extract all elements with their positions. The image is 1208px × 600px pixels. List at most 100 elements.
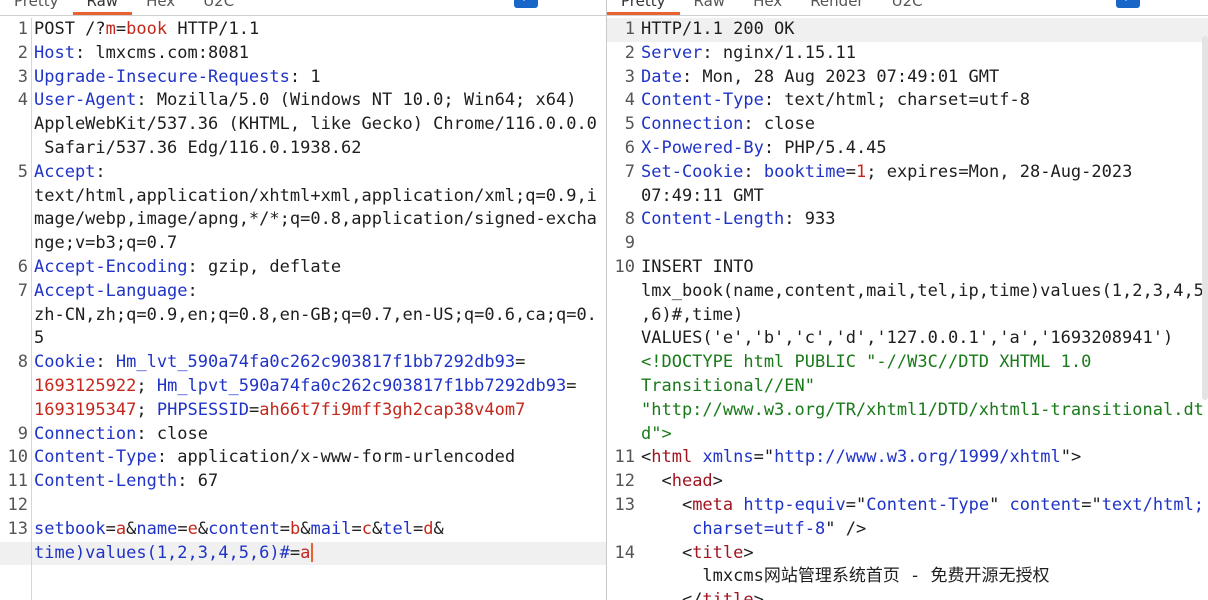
line-code: Transitional//EN" (638, 375, 1208, 399)
code-line[interactable]: 6 Accept-Encoding: gzip, deflate (0, 256, 606, 280)
code-line[interactable]: Transitional//EN" (607, 375, 1208, 399)
code-line[interactable]: 1 POST /?m=book HTTP/1.1 (0, 18, 606, 42)
code-line[interactable]: 7 Accept-Language: (0, 280, 606, 304)
code-line[interactable]: lmxcms网站管理系统首页 - 免费开源无授权 (607, 565, 1208, 589)
wrap-icon[interactable]: ⏎ (1154, 0, 1170, 7)
line-number (0, 399, 31, 423)
tab-u2c[interactable]: U2C (878, 0, 937, 15)
code-line[interactable]: 4 User-Agent: Mozilla/5.0 (Windows NT 10.… (0, 89, 606, 113)
code-token: : (187, 280, 198, 301)
code-line[interactable]: 1693195347; PHPSESSID=ah66t7fi9mff3gh2ca… (0, 399, 606, 423)
code-line[interactable]: 2 Server: nginx/1.15.11 (607, 42, 1208, 66)
code-line[interactable]: nge;v=b3;q=0.7 (0, 232, 606, 256)
code-line[interactable]: 1 HTTP/1.1 200 OK (607, 18, 1208, 42)
code-line[interactable]: Safari/537.36 Edg/116.0.1938.62 (0, 137, 606, 161)
code-line[interactable]: 5 Accept: (0, 161, 606, 185)
code-line[interactable]: 14 <title> (607, 542, 1208, 566)
response-editor[interactable]: 1 HTTP/1.1 200 OK 2 Server: nginx/1.15.11 3 D… (607, 18, 1208, 600)
tab-hex[interactable]: Hex (739, 0, 796, 15)
tab-u2c[interactable]: U2C (189, 0, 248, 15)
code-token: : close (743, 114, 816, 135)
code-line[interactable]: 9 (607, 232, 1208, 256)
code-token: < (641, 471, 672, 492)
code-token: " (989, 494, 1010, 515)
code-line[interactable]: text/html,application/xhtml+xml,applicat… (0, 185, 606, 209)
code-line[interactable]: VALUES('e','b','c','d','127.0.0.1','a','… (607, 327, 1208, 351)
menu-icon[interactable]: ≡ (1184, 0, 1200, 7)
line-code: Content-Type: application/x-www-form-url… (31, 446, 606, 470)
request-tabs: Pretty Raw Hex U2C \n ⏎ ≡ (0, 0, 606, 16)
line-number (607, 423, 638, 447)
tab-pretty[interactable]: Pretty (607, 0, 680, 15)
code-token: : close (136, 423, 209, 444)
code-token: Cookie (34, 352, 96, 373)
code-line[interactable]: 8 Content-Length: 933 (607, 208, 1208, 232)
code-token: c (361, 518, 372, 539)
code-line[interactable]: "http://www.w3.org/TR/xhtml1/DTD/xhtml1-… (607, 399, 1208, 423)
tab-raw[interactable]: Raw (72, 0, 133, 15)
code-line[interactable]: d"> (607, 423, 1208, 447)
code-token: Content-Length (641, 209, 785, 230)
newline-toggle-button[interactable]: \n (514, 0, 538, 8)
code-token: Host (34, 42, 75, 63)
code-token: Upgrade-Insecure-Requests (34, 66, 290, 87)
code-line[interactable]: <!DOCTYPE html PUBLIC "-//W3C//DTD XHTML… (607, 351, 1208, 375)
code-line[interactable]: 10 INSERT INTO (607, 256, 1208, 280)
newline-toggle-button[interactable]: \n (1116, 0, 1140, 8)
code-line[interactable]: 12 (0, 494, 606, 518)
code-token: : nginx/1.15.11 (702, 42, 856, 63)
vertical-scrollbar[interactable] (1202, 36, 1208, 400)
code-line[interactable]: 12 <head> (607, 470, 1208, 494)
code-line[interactable]: 4 Content-Type: text/html; charset=utf-8 (607, 89, 1208, 113)
code-token: : 933 (784, 209, 836, 230)
code-line[interactable]: 3 Upgrade-Insecure-Requests: 1 (0, 66, 606, 90)
code-line[interactable]: zh-CN,zh;q=0.9,en;q=0.8,en-GB;q=0.7,en-U… (0, 304, 606, 328)
code-token: ah66t7fi9mff3gh2cap38v4om7 (259, 399, 526, 420)
code-line[interactable]: 13 setbook=a&name=e&content=b&mail=c&tel=… (0, 518, 606, 542)
code-token: lmxcms网站管理系统首页 - 免费开源无授权 (641, 566, 1050, 587)
code-line[interactable]: 5 Connection: close (607, 113, 1208, 137)
code-line[interactable]: 2 Host: lmxcms.com:8081 (0, 42, 606, 66)
wrap-icon[interactable]: ⏎ (552, 0, 568, 7)
code-token: Accept-Language (34, 280, 188, 301)
code-line[interactable]: 3 Date: Mon, 28 Aug 2023 07:49:01 GMT (607, 66, 1208, 90)
code-line[interactable]: 13 <meta http-equiv="Content-Type" conte… (607, 494, 1208, 518)
tab-hex[interactable]: Hex (132, 0, 189, 15)
code-line[interactable]: 6 X-Powered-By: PHP/5.4.45 (607, 137, 1208, 161)
line-number: 4 (624, 90, 635, 111)
code-line[interactable]: time)values(1,2,3,4,5,6)#=a (0, 541, 606, 566)
code-token: < (641, 494, 693, 515)
code-token: booktime (763, 161, 846, 182)
code-line[interactable]: 10 Content-Type: application/x-www-form-u… (0, 446, 606, 470)
code-token: > (712, 471, 723, 492)
code-line[interactable]: 11 Content-Length: 67 (0, 470, 606, 494)
code-line[interactable]: ,6)#,time) (607, 304, 1208, 328)
menu-icon[interactable]: ≡ (582, 0, 598, 7)
code-line[interactable]: charset=utf-8" /> (607, 518, 1208, 542)
code-line[interactable]: lmx_book(name,content,mail,tel,ip,time)v… (607, 280, 1208, 304)
code-token: 5 (34, 328, 45, 349)
tab-render[interactable]: Render (796, 0, 877, 15)
tab-pretty[interactable]: Pretty (0, 0, 73, 15)
request-pane: Pretty Raw Hex U2C \n ⏎ ≡ 1POST /?m=book… (0, 0, 606, 600)
request-editor[interactable]: 1 POST /?m=book HTTP/1.1 2 Host: lmxcms.com… (0, 18, 606, 600)
code-line[interactable]: 8 Cookie: Hm_lvt_590a74fa0c262c903817f1bb… (0, 351, 606, 375)
code-line[interactable]: 11 <html xmlns="http://www.w3.org/1999/xh… (607, 446, 1208, 470)
line-code: INSERT INTO (638, 256, 1208, 280)
code-line[interactable]: 5 (0, 327, 606, 351)
code-line[interactable]: 7 Set-Cookie: booktime=1; expires=Mon, 28… (607, 161, 1208, 185)
line-code: X-Powered-By: PHP/5.4.45 (638, 137, 1208, 161)
code-line[interactable]: AppleWebKit/537.36 (KHTML, like Gecko) C… (0, 113, 606, 137)
response-pane: Pretty Raw Hex Render U2C \n ⏎ ≡ 1 HTTP/1… (606, 0, 1208, 600)
code-line[interactable]: 07:49:11 GMT (607, 185, 1208, 209)
line-code: Server: nginx/1.15.11 (638, 42, 1208, 66)
code-token: = (279, 518, 291, 539)
code-line[interactable]: </title> (607, 589, 1208, 600)
code-token: content (208, 518, 280, 539)
code-line[interactable]: 9 Connection: close (0, 423, 606, 447)
code-token: Date (641, 66, 682, 87)
code-line[interactable]: mage/webp,image/apng,*/*;q=0.8,applicati… (0, 208, 606, 232)
code-token: Hm_lvt_590a74fa0c262c903817f1bb7292db93 (115, 352, 516, 373)
tab-raw[interactable]: Raw (680, 0, 740, 15)
code-line[interactable]: 1693125922; Hm_lpvt_590a74fa0c262c903817… (0, 375, 606, 399)
